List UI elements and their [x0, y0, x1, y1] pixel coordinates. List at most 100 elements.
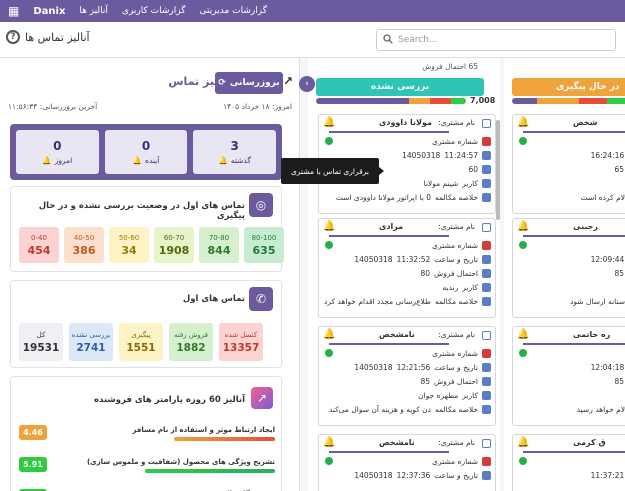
call-card[interactable]: نام مشتری:رجبنی🔔شماره مشتریتاریخ و ساعت1…: [512, 218, 625, 318]
customer-name: نامشخص: [379, 330, 415, 339]
user-icon: [482, 283, 491, 292]
call-icon[interactable]: [482, 349, 491, 358]
bell-icon[interactable]: 🔔: [323, 117, 335, 128]
first-calls-stat[interactable]: فروش رفته 1882: [169, 323, 213, 361]
date-value: 14050318: [354, 363, 393, 372]
score-range-box[interactable]: 70-80 844: [199, 227, 239, 263]
dates-row: امروز: ۱۸ خرداد ۱۴۰۵ آخرین بروزرسانی: ۱۱…: [8, 102, 292, 111]
time-value: 12:09:44: [590, 255, 625, 264]
bell-icon[interactable]: 🔔: [517, 117, 529, 128]
score-row: 60: [468, 165, 491, 174]
first-calls-stat[interactable]: کل 19531: [19, 323, 63, 361]
score-range-label: 40-50: [73, 233, 95, 242]
customer-name: رجبنی: [573, 222, 598, 231]
summary-row: خلاصه مکالمه 0 با اپراتور مولانا داوودی ا…: [336, 193, 491, 202]
user-row: کاربر مطهره جوان: [418, 391, 491, 400]
call-icon[interactable]: [482, 241, 491, 250]
column-unreviewed-header[interactable]: بررسی نشده: [316, 78, 484, 96]
bell-icon[interactable]: 🔔: [517, 221, 529, 232]
first-calls-stat[interactable]: پیگیری 1551: [119, 323, 163, 361]
score-range-box[interactable]: 80-100 635: [244, 227, 284, 263]
time-value: 16:24:16: [590, 151, 625, 160]
summary-today-count: 0: [53, 139, 62, 153]
call-card[interactable]: نام مشتری:شخص🔔شماره مشتریتاریخ و ساعت16:…: [512, 114, 625, 214]
call-card[interactable]: نام مشتری: مرادی 🔔 شماره مشتری تاریخ و ساعت 1…: [318, 218, 496, 318]
call-card[interactable]: نام مشتری: نامشخص 🔔 شماره مشتری تاریخ و ساعت…: [318, 434, 496, 491]
summary-future-label: آینده: [145, 156, 160, 165]
score-range-value: 1908: [158, 243, 190, 257]
call-icon[interactable]: [482, 457, 491, 466]
refresh-button[interactable]: بروزرسانی ⟳: [215, 72, 283, 94]
summary-past[interactable]: 3 🔔 گذشته: [193, 130, 277, 174]
bell-icon: 🔔: [132, 156, 143, 165]
time-row: تاریخ و ساعت16:24:16: [591, 151, 625, 160]
time-label: تاریخ و ساعت: [434, 363, 478, 372]
call-card[interactable]: نام مشتری: نامشخص 🔔 شماره مشتری تاریخ و ساعت…: [318, 326, 496, 426]
trend-icon: ↗: [282, 74, 293, 88]
user-icon: [482, 179, 491, 188]
score-range-value: 844: [207, 243, 231, 257]
apps-grid-icon[interactable]: ▦: [8, 4, 19, 18]
score-range-label: 0-40: [31, 233, 47, 242]
target-icon: ◎: [249, 193, 273, 217]
column-unreviewed-progress: [316, 98, 466, 104]
score-range-value: 34: [121, 243, 137, 257]
param-score-badge: 5.91: [19, 457, 47, 472]
menu-user-reports[interactable]: گزارشات کاربری: [122, 6, 186, 16]
time-label: تاریخ و ساعت: [434, 471, 478, 480]
bell-icon[interactable]: 🔔: [517, 329, 529, 340]
summary-future[interactable]: 0 🔔 آینده: [104, 130, 188, 174]
bell-icon[interactable]: 🔔: [517, 437, 529, 448]
phone-label: شماره مشتری: [432, 457, 478, 466]
time-row: تاریخ و ساعت12:04:18: [591, 363, 625, 372]
control-panel: ? آنالیز تماس ها Search...: [0, 22, 625, 58]
collapse-panel-button[interactable]: ‹: [299, 76, 315, 92]
phone-row: شماره مشتری: [432, 137, 491, 146]
menu-analyses[interactable]: آنالیز ها: [79, 6, 108, 16]
reminder-summary: 0 🔔 امروز 0 🔔 آینده 3 🔔 گذشته: [10, 124, 282, 180]
search-input[interactable]: Search...: [376, 29, 616, 51]
bell-icon[interactable]: 🔔: [323, 221, 335, 232]
first-calls-status-card: ◎ تماس های اول در وضعیت بررسی نشده و در …: [10, 186, 284, 272]
first-calls-stat[interactable]: کنسل شده 13357: [219, 323, 263, 361]
score-range-value: 386: [72, 243, 96, 257]
score-value: 85: [614, 377, 625, 386]
score-range-value: 454: [27, 243, 51, 257]
help-icon[interactable]: ?: [6, 30, 20, 44]
score-range-box[interactable]: 50-60 34: [109, 227, 149, 263]
score-range-label: 70-80: [208, 233, 230, 242]
menu-manager-reports[interactable]: گزارشات مدیریتی: [200, 6, 267, 16]
card-divider: [523, 451, 625, 453]
online-status-dot: [519, 137, 527, 145]
user-row: کاربر رندیه: [443, 283, 491, 292]
customer-name-label: نام مشتری:: [438, 330, 475, 339]
summary-label: خلاصه مکالمه: [435, 193, 478, 202]
call-card[interactable]: نام مشتری:ق کرمی🔔شماره مشتریتاریخ و ساعت…: [512, 434, 625, 491]
score-range-box[interactable]: 0-40 454: [19, 227, 59, 263]
time-value: 11:24:57: [444, 151, 478, 160]
score-range-box[interactable]: 60-70 1908: [154, 227, 194, 263]
card-checkbox[interactable]: [482, 331, 491, 340]
bell-icon[interactable]: 🔔: [323, 329, 335, 340]
score-value: 85: [420, 377, 431, 386]
first-calls-stat[interactable]: بررسی نشده 2741: [69, 323, 113, 361]
card-checkbox[interactable]: [482, 223, 491, 232]
score-row: احتمال فروش65: [615, 165, 625, 174]
card-checkbox[interactable]: [482, 439, 491, 448]
prev-score-label: احتمال فروش: [422, 62, 467, 71]
card-checkbox[interactable]: [482, 119, 491, 128]
score-range-box[interactable]: 40-50 386: [64, 227, 104, 263]
column-scrollbar[interactable]: [496, 120, 500, 220]
score-range-label: 80-100: [251, 233, 277, 242]
customer-name: مرادی: [379, 222, 404, 231]
first-calls-title: تماس های اول: [182, 294, 245, 304]
brand-name[interactable]: Danix: [33, 6, 65, 17]
bell-icon[interactable]: 🔔: [323, 437, 335, 448]
score-label: احتمال فروش: [434, 269, 478, 278]
column-followup-header[interactable]: در حال پیگیری: [512, 78, 625, 96]
call-card[interactable]: نام مشتری:ره حاتمی🔔شماره مشتریتاریخ و سا…: [512, 326, 625, 426]
call-icon[interactable]: [482, 137, 491, 146]
card-divider: [523, 235, 625, 237]
summary-past-count: 3: [230, 139, 239, 153]
summary-today[interactable]: 0 🔔 امروز: [16, 130, 99, 174]
